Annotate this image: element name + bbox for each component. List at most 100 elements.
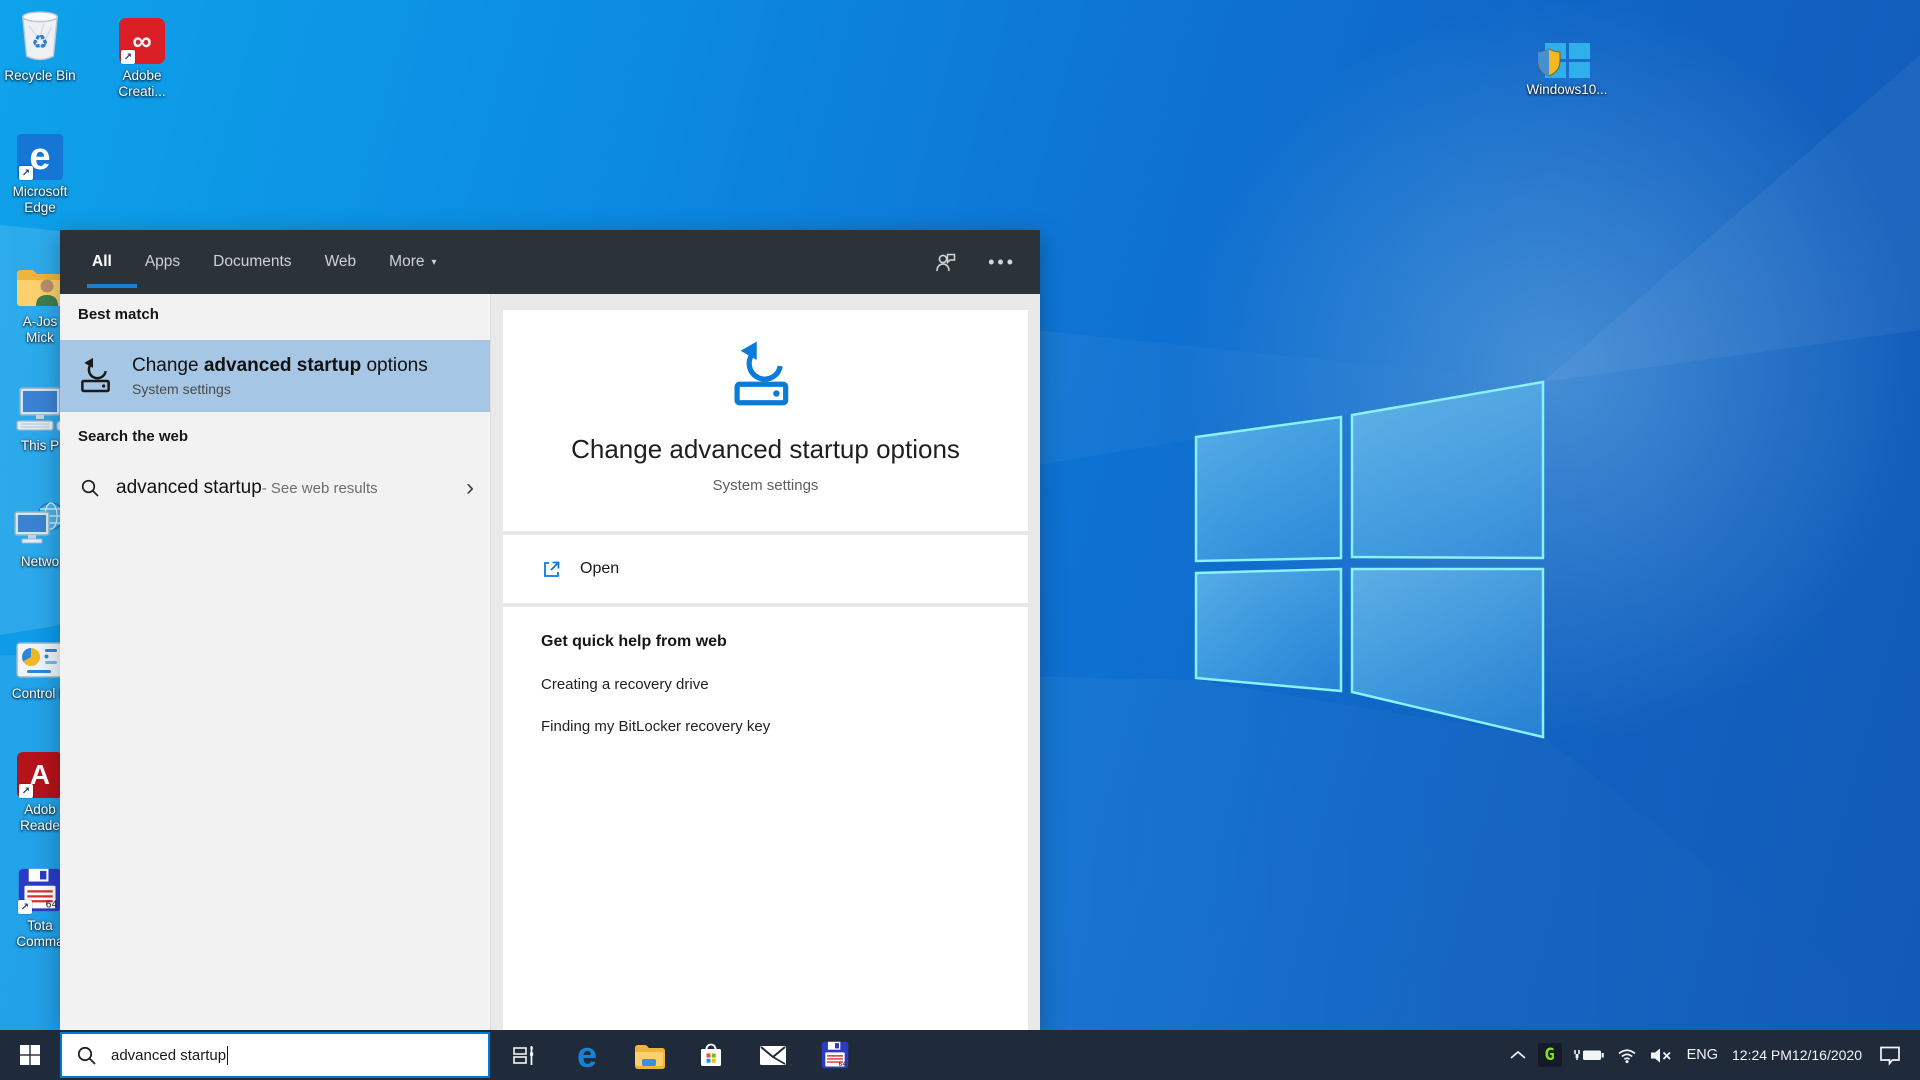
desktop-icon-label: This P <box>20 438 60 453</box>
taskbar-edge-button[interactable]: e <box>556 1030 618 1080</box>
desktop-icon-label: Tota Comma <box>16 918 64 949</box>
taskbar-file-explorer-button[interactable] <box>618 1030 680 1080</box>
start-button[interactable] <box>0 1030 60 1080</box>
best-match-subtitle: System settings <box>132 381 231 397</box>
desktop-icon-recycle-bin[interactable]: ♻ Recycle Bin <box>2 6 78 84</box>
desktop-icon-microsoft-edge[interactable]: e ↗ Microsoft Edge <box>2 122 78 216</box>
total-commander-icon: 64 ↗ <box>16 856 64 914</box>
feedback-person-icon <box>936 253 956 272</box>
search-tab-bar: All Apps Documents Web More ▾ ••• <box>60 230 1040 294</box>
open-action-row[interactable]: Open <box>503 535 1028 603</box>
tray-show-hidden-icons-button[interactable] <box>1509 1049 1527 1061</box>
tray-clock[interactable]: 12:24 PM 12/16/2020 <box>1732 1047 1862 1064</box>
text-cursor <box>227 1045 229 1065</box>
tab-web[interactable]: Web <box>325 230 357 294</box>
action-center-icon <box>1880 1046 1900 1066</box>
desktop-icon-label: Recycle Bin <box>4 68 76 83</box>
quick-help-card: Get quick help from web Creating a recov… <box>503 607 1028 1030</box>
taskbar-total-commander-button[interactable]: 64 <box>804 1030 866 1080</box>
taskbar-search-input[interactable]: advanced startup <box>60 1032 490 1078</box>
help-link-bitlocker-key[interactable]: Finding my BitLocker recovery key <box>541 718 1028 735</box>
search-results-list: Best match Change advanced startup optio… <box>60 294 490 1030</box>
tray-date: 12/16/2020 <box>1791 1046 1862 1063</box>
svg-text:64: 64 <box>839 1061 847 1068</box>
taskbar-store-button[interactable] <box>680 1030 742 1080</box>
file-explorer-icon <box>635 1045 665 1069</box>
network-icon <box>13 492 67 550</box>
ellipsis-icon: ••• <box>988 251 1016 272</box>
search-flyout-panel: All Apps Documents Web More ▾ ••• Best m… <box>60 230 1040 1030</box>
adobe-creative-cloud-icon: ∞ ↗ <box>119 6 165 64</box>
tray-greenshot-button[interactable]: G <box>1537 1043 1562 1067</box>
detail-title: Change advanced startup options <box>571 434 960 464</box>
shortcut-arrow-icon: ↗ <box>121 50 135 64</box>
help-link-recovery-drive[interactable]: Creating a recovery drive <box>541 676 1028 693</box>
tray-network-button[interactable] <box>1616 1046 1638 1064</box>
search-the-web-header: Search the web <box>78 428 189 445</box>
edge-icon: e <box>576 1034 598 1075</box>
open-action-label: Open <box>580 560 620 577</box>
desktop-icon-label: Windows10... <box>1526 82 1608 97</box>
search-detail-pane: Change advanced startup options System s… <box>490 294 1040 1030</box>
search-icon <box>77 1046 96 1065</box>
this-pc-icon <box>13 376 67 434</box>
best-match-title: Change advanced startup options <box>132 355 428 376</box>
tray-volume-button[interactable] <box>1649 1047 1673 1064</box>
feedback-button[interactable] <box>934 250 958 274</box>
microsoft-edge-icon: e ↗ <box>17 122 63 180</box>
desktop-icon-label: Netwo <box>20 554 60 569</box>
adobe-reader-icon: A ↗ <box>17 740 63 798</box>
web-query-text: advanced startup <box>116 477 262 498</box>
tab-documents[interactable]: Documents <box>213 230 291 294</box>
desktop-icon-adobe-creative-cloud[interactable]: ∞ ↗ Adobe Creati... <box>104 6 180 100</box>
tab-apps[interactable]: Apps <box>145 230 180 294</box>
search-icon <box>81 479 99 497</box>
active-tab-indicator <box>87 284 137 288</box>
action-center-button[interactable] <box>1878 1044 1902 1066</box>
taskbar-mail-button[interactable] <box>742 1030 804 1080</box>
task-view-button[interactable] <box>494 1030 556 1080</box>
tray-time: 12:24 PM <box>1731 1046 1792 1063</box>
control-panel-icon <box>15 624 65 682</box>
web-query-suffix: - See web results <box>261 479 378 497</box>
desktop-icon-windows10-upgrade[interactable]: Windows10... <box>1492 8 1642 98</box>
tray-battery-button[interactable] <box>1573 1047 1605 1063</box>
svg-text:64: 64 <box>46 900 58 911</box>
advanced-startup-large-icon <box>733 341 788 406</box>
taskbar: advanced startup e 64 G ENG 12:24 PM 12/… <box>0 1030 1920 1080</box>
tab-all[interactable]: All <box>87 230 137 294</box>
battery-charging-icon <box>1573 1050 1604 1060</box>
shortcut-arrow-icon: ↗ <box>19 166 33 180</box>
desktop-icon-label: Adobe Creati... <box>118 68 166 99</box>
shortcut-arrow-icon: ↗ <box>18 900 32 914</box>
tray-language-indicator[interactable]: ENG <box>1687 1047 1718 1063</box>
greenshot-icon: G <box>1544 1045 1555 1065</box>
open-external-icon <box>544 561 560 577</box>
shortcut-arrow-icon: ↗ <box>19 784 33 798</box>
best-match-header: Best match <box>78 306 159 323</box>
desktop-icon-label: A-Jos Mick <box>22 314 58 345</box>
windows10-upgrade-icon <box>1537 8 1590 78</box>
svg-text:♻: ♻ <box>31 32 48 53</box>
windows-start-icon <box>20 1045 40 1065</box>
chevron-down-icon: ▾ <box>431 256 437 268</box>
best-match-result[interactable]: Change advanced startup options System s… <box>60 340 490 412</box>
advanced-startup-icon <box>81 357 110 393</box>
more-options-button[interactable]: ••• <box>988 252 1016 273</box>
windows-desktop: ♻ Recycle Bin ∞ ↗ Adobe Creati... e ↗ Mic… <box>0 0 1920 1080</box>
user-folder-icon <box>14 252 66 310</box>
detail-subtitle: System settings <box>712 477 819 494</box>
wifi-icon <box>1618 1049 1636 1064</box>
microsoft-store-icon <box>701 1043 721 1066</box>
web-search-result[interactable]: advanced startup - See web results › <box>60 464 490 512</box>
recycle-bin-icon: ♻ <box>17 6 63 64</box>
mail-icon <box>760 1046 786 1065</box>
speaker-muted-icon <box>1650 1048 1671 1062</box>
result-detail-card: Change advanced startup options System s… <box>503 310 1028 531</box>
chevron-right-icon[interactable]: › <box>466 476 474 500</box>
tab-more[interactable]: More ▾ <box>389 230 436 294</box>
quick-help-header: Get quick help from web <box>541 633 727 650</box>
system-tray: G ENG 12:24 PM 12/16/2020 <box>1498 1043 1920 1067</box>
task-view-icon <box>513 1046 534 1065</box>
desktop-icon-label: Microsoft Edge <box>12 184 68 215</box>
